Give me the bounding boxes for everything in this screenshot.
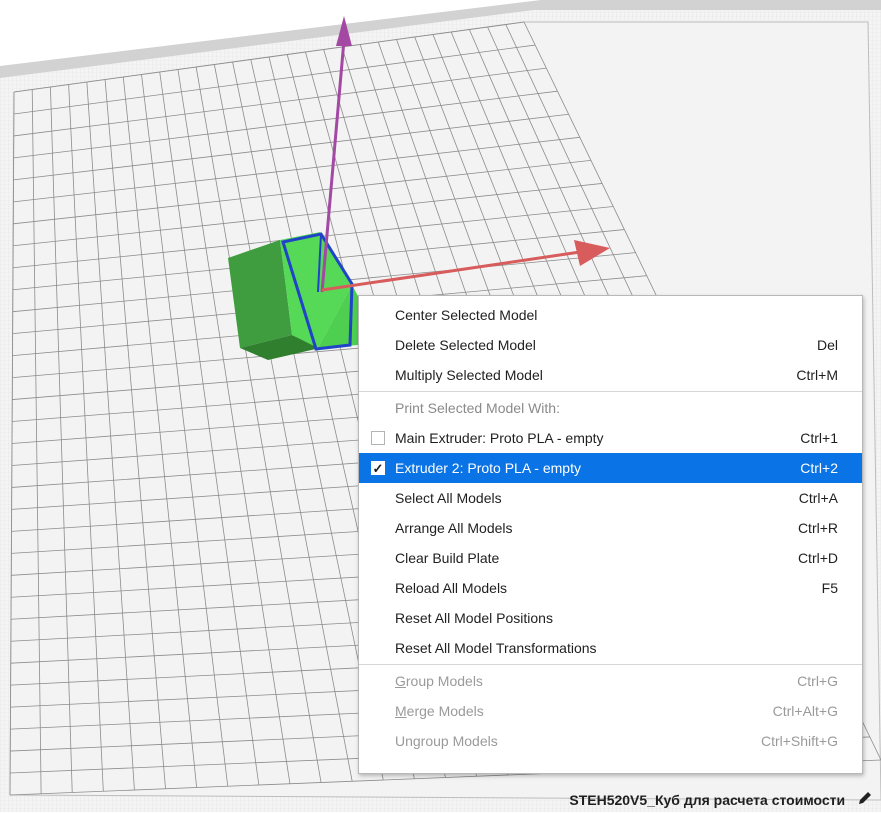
job-name: STEH520V5_Куб для расчета стоимости — [569, 792, 846, 808]
reset-all-model-positions-item[interactable]: Reset All Model Positions — [359, 603, 862, 633]
clear-build-plate-item[interactable]: Clear Build Plate Ctrl+D — [359, 543, 862, 573]
job-name-bar: STEH520V5_Куб для расчета стоимости — [569, 788, 873, 812]
reset-all-model-transformations-item[interactable]: Reset All Model Transformations — [359, 633, 862, 663]
merge-models-item[interactable]: Merge Models Ctrl+Alt+G — [359, 696, 862, 726]
build-plate-viewport[interactable]: Center Selected Model Delete Selected Mo… — [0, 0, 881, 812]
main-extruder-item[interactable]: Main Extruder: Proto PLA - empty Ctrl+1 — [359, 423, 862, 453]
menu-separator — [359, 664, 862, 665]
group-models-item[interactable]: Group Models Ctrl+G — [359, 666, 862, 696]
reload-all-models-item[interactable]: Reload All Models F5 — [359, 573, 862, 603]
checkmark-icon: ✓ — [371, 461, 385, 476]
delete-selected-model-item[interactable]: Delete Selected Model Del — [359, 330, 862, 360]
extruder-section-header: Print Selected Model With: — [395, 400, 560, 416]
center-selected-model-item[interactable]: Center Selected Model — [359, 300, 862, 330]
unchecked-checkbox-icon — [371, 431, 385, 445]
pencil-icon[interactable] — [857, 789, 873, 813]
menu-separator — [359, 391, 862, 392]
arrange-all-models-item[interactable]: Arrange All Models Ctrl+R — [359, 513, 862, 543]
multiply-selected-model-item[interactable]: Multiply Selected Model Ctrl+M — [359, 360, 862, 390]
select-all-models-item[interactable]: Select All Models Ctrl+A — [359, 483, 862, 513]
extruder-2-item[interactable]: ✓ Extruder 2: Proto PLA - empty Ctrl+2 — [359, 453, 862, 483]
ungroup-models-item[interactable]: Ungroup Models Ctrl+Shift+G — [359, 726, 862, 756]
context-menu: Center Selected Model Delete Selected Mo… — [358, 295, 863, 774]
